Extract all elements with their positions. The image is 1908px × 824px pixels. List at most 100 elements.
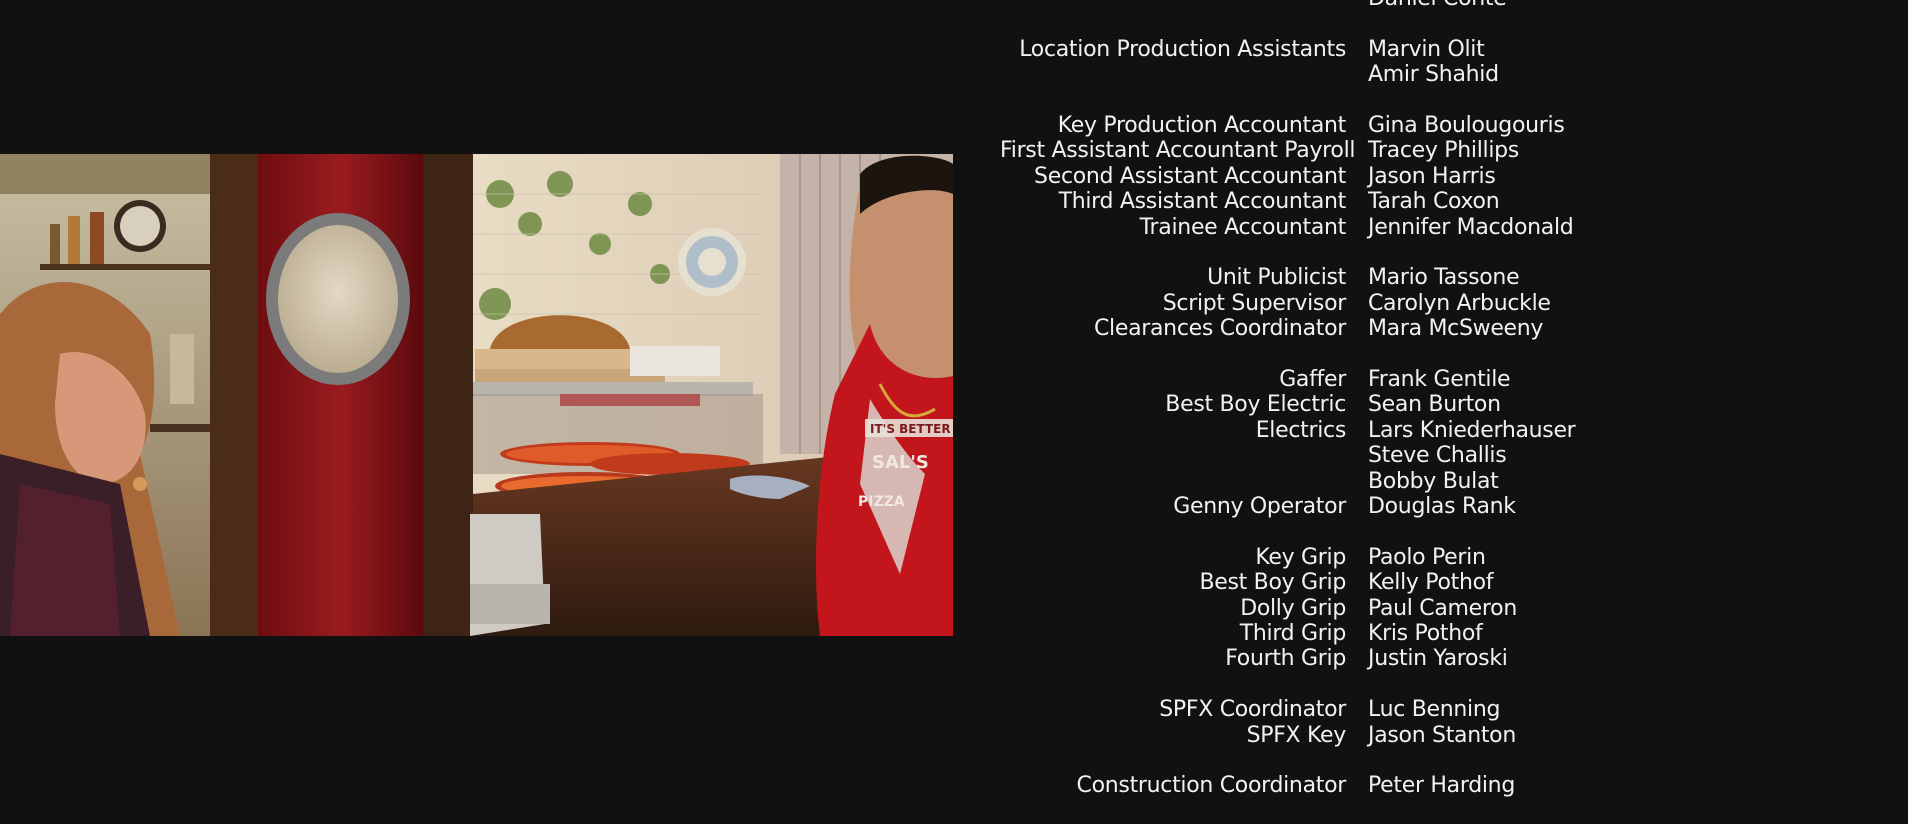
credit-entry: Unit Publicist Mario Tassone (1000, 265, 1600, 290)
credit-role: Best Boy Electric (1165, 392, 1346, 418)
credit-name: Mara McSweeny (1368, 316, 1544, 342)
credit-group: Daniel Conte (1000, 0, 1600, 11)
credit-names: Mario Tassone (1368, 265, 1520, 291)
credit-entry: Dolly Grip Paul Cameron (1000, 596, 1600, 621)
video-frame: IT'S BETTER SAL'S PIZZA (0, 154, 953, 636)
credit-group: Key Grip Paolo Perin Best Boy Grip Kelly Po… (1000, 545, 1600, 672)
credit-role: SPFX Coordinator (1159, 697, 1346, 723)
credit-names: Kris Pothof (1368, 621, 1483, 647)
credit-name: Paolo Perin (1368, 544, 1486, 570)
credit-entry: Best Boy Grip Kelly Pothof (1000, 570, 1600, 595)
credit-names: Lars Kniederhauser Steve Challis Bobby Bul… (1368, 417, 1576, 494)
credit-entry: Key Grip Paolo Perin (1000, 545, 1600, 570)
pizzeria-scene-image: IT'S BETTER SAL'S PIZZA (0, 154, 953, 636)
credit-names: Daniel Conte (1368, 0, 1507, 11)
credit-names: Kelly Pothof (1368, 570, 1494, 596)
credit-name: Jennifer Macdonald (1368, 214, 1574, 240)
credit-role: Gaffer (1279, 367, 1346, 393)
credit-name: Mario Tassone (1368, 265, 1520, 291)
credit-role: Clearances Coordinator (1093, 316, 1346, 342)
credit-name: Kelly Pothof (1368, 570, 1494, 596)
credit-role: Electrics (1255, 417, 1347, 443)
credit-entry: SPFX Coordinator Luc Benning (1000, 697, 1600, 722)
credit-names: Sean Burton (1368, 392, 1501, 417)
credit-name: Carolyn Arbuckle (1368, 290, 1551, 316)
credit-role: Unit Publicist (1207, 265, 1346, 291)
credit-name: Daniel Conte (1368, 0, 1507, 11)
credit-entry: Genny Operator Douglas Rank (1000, 494, 1600, 519)
credit-role: SPFX Key (1246, 722, 1347, 748)
credit-name: Justin Yaroski (1368, 646, 1508, 672)
credit-entry: Fourth Grip Justin Yaroski (1000, 646, 1600, 671)
credit-names: Carolyn Arbuckle (1368, 291, 1551, 316)
credit-entry: Third Grip Kris Pothof (1000, 621, 1600, 646)
credit-names: Marvin Olit Amir Shahid (1368, 37, 1499, 88)
credit-role: Genny Operator (1173, 494, 1346, 520)
svg-text:SAL'S: SAL'S (872, 452, 929, 473)
credit-role: Fourth Grip (1225, 646, 1346, 672)
credit-role (1000, 0, 1368, 11)
credit-role: Second Assistant Accountant (1034, 163, 1346, 189)
credits-roll: Daniel Conte Location Production Assistan… (1000, 0, 1600, 824)
credit-name: Peter Harding (1368, 773, 1515, 799)
credit-name: Paul Cameron (1368, 595, 1517, 621)
credit-name: Frank Gentile (1368, 367, 1511, 393)
credit-name: Luc Benning (1368, 697, 1501, 723)
credit-name: Bobby Bulat (1368, 468, 1499, 494)
credit-name: Gina Boulougouris (1368, 113, 1565, 138)
credit-names: Paolo Perin (1368, 545, 1486, 570)
credit-entry: Best Boy Electric Sean Burton (1000, 392, 1600, 417)
credit-name: Kris Pothof (1368, 621, 1483, 647)
credit-names: Gina Boulougouris (1368, 113, 1565, 138)
credit-group: Location Production Assistants Marvin Oli… (1000, 37, 1600, 88)
credit-entry: Third Assistant Accountant Tarah Coxon (1000, 189, 1600, 214)
credit-entry: Key Production Accountant Gina Boulougour… (1000, 113, 1600, 138)
credit-name: Tarah Coxon (1368, 189, 1500, 215)
credit-group: SPFX Coordinator Luc Benning SPFX Key Jason… (1000, 697, 1600, 748)
credit-group: Key Production Accountant Gina Boulougour… (1000, 113, 1600, 240)
credit-name: Lars Kniederhauser (1368, 417, 1576, 443)
credit-names: Tarah Coxon (1368, 189, 1500, 215)
credit-role: Third Grip (1239, 621, 1347, 647)
credit-role: Script Supervisor (1162, 290, 1347, 316)
credit-entry: Daniel Conte (1000, 0, 1600, 11)
credit-name: Jason Stanton (1368, 722, 1516, 748)
credit-names: Jason Stanton (1368, 723, 1516, 748)
credit-names: Jason Harris (1368, 164, 1496, 189)
credit-names: Peter Harding (1368, 773, 1515, 798)
credit-role: Key Grip (1255, 544, 1346, 570)
credit-role: Trainee Accountant (1139, 214, 1347, 240)
credit-names: Paul Cameron (1368, 596, 1517, 621)
credit-role: Third Assistant Accountant (1058, 189, 1347, 215)
credit-group: Construction Coordinator Peter Harding (1000, 773, 1600, 798)
credit-group: Gaffer Frank Gentile Best Boy Electric Sean… (1000, 367, 1600, 519)
credit-name: Douglas Rank (1368, 494, 1516, 520)
credit-role: First Assistant Accountant Payroll (1000, 138, 1356, 164)
credit-name: Sean Burton (1368, 392, 1501, 418)
credit-names: Luc Benning (1368, 697, 1500, 722)
credit-entry: Construction Coordinator Peter Harding (1000, 773, 1600, 798)
credit-names: Jennifer Macdonald (1368, 214, 1574, 240)
credit-entry: SPFX Key Jason Stanton (1000, 723, 1600, 748)
credit-name: Jason Harris (1368, 163, 1496, 189)
credit-entry: First Assistant Accountant Payroll Tracey… (1000, 138, 1600, 163)
credit-entry: Clearances Coordinator Mara McSweeny (1000, 316, 1600, 341)
credit-role: Location Production Assistants (1019, 36, 1346, 62)
credit-role: Key Production Accountant (1057, 113, 1347, 138)
credit-names: Frank Gentile (1368, 367, 1511, 393)
credit-names: Douglas Rank (1368, 494, 1516, 519)
credit-group: Unit Publicist Mario Tassone Script Superv… (1000, 265, 1600, 341)
credit-names: Tracey Phillips (1368, 138, 1519, 163)
credit-entry: Script Supervisor Carolyn Arbuckle (1000, 291, 1600, 316)
svg-text:IT'S BETTER: IT'S BETTER (870, 422, 951, 436)
credit-names: Justin Yaroski (1368, 646, 1508, 671)
credit-role: Best Boy Grip (1199, 570, 1346, 596)
credit-entry: Electrics Lars Kniederhauser Steve Challis… (1000, 418, 1600, 494)
credit-entry: Second Assistant Accountant Jason Harris (1000, 164, 1600, 189)
svg-text:PIZZA: PIZZA (858, 494, 905, 510)
credit-name: Amir Shahid (1368, 62, 1499, 88)
credit-entry: Location Production Assistants Marvin Oli… (1000, 37, 1600, 88)
credit-entry: Trainee Accountant Jennifer Macdonald (1000, 215, 1600, 240)
credit-role: Dolly Grip (1240, 595, 1346, 621)
credit-name: Tracey Phillips (1368, 138, 1519, 164)
